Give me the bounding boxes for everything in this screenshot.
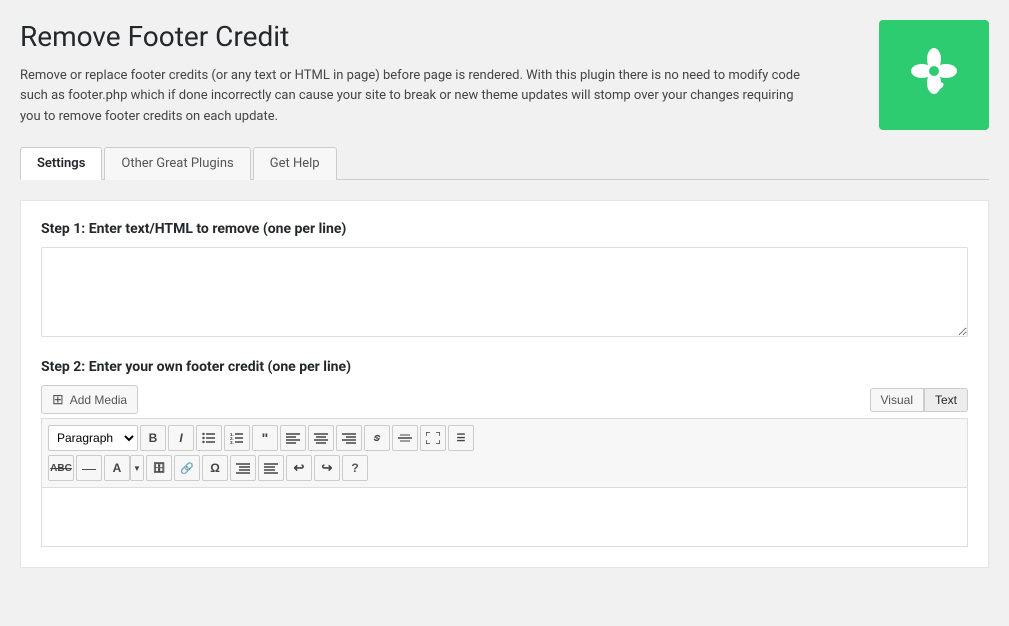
editor-toolbar: Paragraph B I 1.2.3. " xyxy=(41,418,968,487)
redo-button[interactable]: ↪ xyxy=(314,455,340,481)
help-button[interactable]: ? xyxy=(342,455,368,481)
text-button[interactable]: Text xyxy=(924,388,968,412)
editor-toggle-row: ⊞ Add Media Visual Text xyxy=(41,385,968,414)
toolbar-row2: ABC — A ▼ 🗄 🔗 Ω ↩ ↪ ? xyxy=(48,453,961,483)
page-description: Remove or replace footer credits (or any… xyxy=(20,66,800,128)
font-color-dropdown[interactable]: ▼ xyxy=(130,455,144,481)
svg-text:3.: 3. xyxy=(230,440,234,444)
undo-button[interactable]: ↩ xyxy=(286,455,312,481)
font-color-button[interactable]: A xyxy=(104,455,130,481)
page-wrapper: Remove Footer Credit Remove or replace f… xyxy=(20,20,989,568)
italic-button[interactable]: I xyxy=(168,425,194,451)
bold-button[interactable]: B xyxy=(140,425,166,451)
view-toggle: Visual Text xyxy=(870,388,968,412)
add-media-icon: ⊞ xyxy=(52,391,64,408)
plugin-icon-symbol xyxy=(904,41,964,109)
horizontal-line-button[interactable] xyxy=(392,425,418,451)
fullscreen-button[interactable] xyxy=(420,425,446,451)
add-media-button[interactable]: ⊞ Add Media xyxy=(41,385,138,414)
toolbar-row1: Paragraph B I 1.2.3. " xyxy=(48,423,961,453)
align-center-button[interactable] xyxy=(308,425,334,451)
kitchen-sink-button[interactable]: ☰ xyxy=(448,425,474,451)
ordered-list-button[interactable]: 1.2.3. xyxy=(224,425,250,451)
blockquote-button[interactable]: " xyxy=(252,425,278,451)
header-section: Remove Footer Credit Remove or replace f… xyxy=(20,20,989,130)
link-button[interactable] xyxy=(364,425,390,451)
paste-from-word-button[interactable]: 🗄 xyxy=(146,455,172,481)
paragraph-select[interactable]: Paragraph xyxy=(48,425,138,451)
tabs-container: Settings Other Great Plugins Get Help xyxy=(20,146,989,180)
align-right-button[interactable] xyxy=(336,425,362,451)
tab-other-plugins[interactable]: Other Great Plugins xyxy=(104,147,250,180)
plugin-icon xyxy=(879,20,989,130)
add-media-label: Add Media xyxy=(70,393,127,407)
content-area: Step 1: Enter text/HTML to remove (one p… xyxy=(20,200,989,568)
step1-textarea[interactable] xyxy=(41,247,968,337)
header-text: Remove Footer Credit Remove or replace f… xyxy=(20,20,879,128)
visual-button[interactable]: Visual xyxy=(870,388,924,412)
editor-body[interactable] xyxy=(41,487,968,547)
step1-label: Step 1: Enter text/HTML to remove (one p… xyxy=(41,221,968,237)
indent-button[interactable] xyxy=(230,455,256,481)
unordered-list-button[interactable] xyxy=(196,425,222,451)
clear-formatting-button[interactable]: 🔗 xyxy=(174,455,200,481)
tab-settings[interactable]: Settings xyxy=(20,147,102,180)
outdent-button[interactable] xyxy=(258,455,284,481)
tab-get-help[interactable]: Get Help xyxy=(253,147,337,180)
page-title: Remove Footer Credit xyxy=(20,20,859,54)
special-chars-button[interactable]: Ω xyxy=(202,455,228,481)
align-left-button[interactable] xyxy=(280,425,306,451)
strikethrough-button[interactable]: ABC xyxy=(48,455,74,481)
font-color-group: A ▼ xyxy=(104,455,144,481)
step2-label: Step 2: Enter your own footer credit (on… xyxy=(41,359,968,375)
horizontal-rule-button[interactable]: — xyxy=(76,455,102,481)
